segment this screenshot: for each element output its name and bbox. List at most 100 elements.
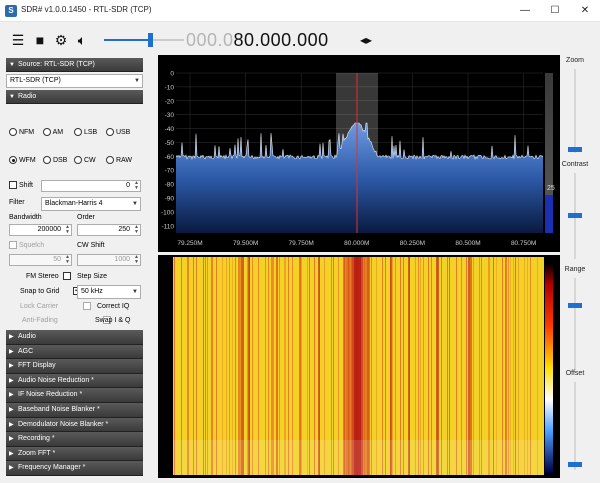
offset-thumb[interactable] [568, 462, 582, 467]
section-header-if-noise-reduction[interactable]: ▶ IF Noise Reduction * [6, 388, 143, 403]
collapse-arrow-icon: ▼ [9, 94, 15, 100]
source-select[interactable]: RTL-SDR (TCP) ▼ [6, 74, 143, 88]
stop-icon[interactable]: ■ [32, 32, 48, 48]
y-tick-label: -100 [161, 209, 174, 216]
offset-slider[interactable] [574, 382, 576, 470]
section-title: Audio Noise Reduction * [18, 376, 94, 384]
spinner-icon[interactable]: ▲ ▼ [134, 181, 139, 191]
spectrum-analyzer[interactable]: 0 -10 -20 -30 -40 -50 -60 -70 -80 -90 -100 -110 79.… [158, 55, 560, 252]
maximize-button[interactable]: ☐ [540, 0, 570, 22]
filter-label: Filter [9, 199, 25, 206]
mode-dsb[interactable]: DSB [43, 156, 67, 164]
section-title: FFT Display [18, 362, 56, 370]
mode-am[interactable]: AM [43, 128, 63, 136]
close-button[interactable]: ✕ [570, 0, 600, 22]
radio-raw[interactable] [106, 156, 114, 164]
squelch-input[interactable]: 50 ▲ ▼ [9, 254, 72, 266]
section-header-audio[interactable]: ▶ Audio [6, 330, 143, 345]
color-scale-bar [545, 263, 553, 473]
x-tick-label: 80.750M [511, 240, 536, 247]
range-label: Range [564, 266, 586, 273]
radio-lsb[interactable] [74, 128, 82, 136]
mode-nfm[interactable]: NFM [9, 128, 34, 136]
waterfall-plot[interactable] [158, 255, 560, 478]
fm-stereo-checkbox[interactable] [63, 272, 71, 280]
section-header-audio-noise-reduction[interactable]: ▶ Audio Noise Reduction * [6, 373, 143, 389]
spinner-icon[interactable]: ▲ ▼ [65, 225, 70, 235]
radio-am[interactable] [43, 128, 51, 136]
mode-am-label: AM [52, 128, 64, 136]
x-tick-label: 80.500M [455, 240, 480, 247]
collapse-arrow-icon: ▼ [9, 62, 15, 68]
section-header-recording[interactable]: ▶ Recording * [6, 432, 143, 447]
spectrum-plot[interactable]: 0 -10 -20 -30 -40 -50 -60 -70 -80 -90 -100 -110 79.… [158, 55, 560, 252]
radio-wfm[interactable] [9, 156, 17, 164]
section-header-agc[interactable]: ▶ AGC [6, 344, 143, 360]
contrast-label: Contrast [561, 161, 589, 168]
zoom-thumb[interactable] [568, 147, 582, 152]
section-header-baseband-noise-blanker[interactable]: ▶ Baseband Noise Blanker * [6, 402, 143, 418]
menu-icon[interactable]: ☰ [10, 32, 26, 48]
mode-wfm[interactable]: WFM [9, 156, 36, 164]
mode-raw[interactable]: RAW [106, 156, 132, 164]
frequency-digits: 80.000.000 [233, 30, 329, 50]
toolbar: ☰ ■ ⚙ 🔈︎ 000.080.000.000 ◂▸ [0, 22, 600, 58]
frequency-display[interactable]: 000.080.000.000 [186, 30, 329, 51]
frequency-step-arrows[interactable]: ◂▸ [360, 33, 372, 47]
range-slider[interactable] [574, 278, 576, 370]
level-meter-fill [545, 195, 553, 233]
shift-input[interactable]: 0 ▲ ▼ [41, 180, 141, 192]
contrast-thumb[interactable] [568, 213, 582, 218]
correct-iq-label: Correct IQ [97, 303, 130, 310]
spinner-icon[interactable]: ▲ ▼ [134, 255, 139, 265]
step-size-select[interactable]: 50 kHz ▼ [77, 285, 141, 299]
bandwidth-input[interactable]: 200000 ▲ ▼ [9, 224, 72, 236]
expand-arrow-icon: ▶ [9, 334, 14, 340]
mode-usb[interactable]: USB [106, 128, 130, 136]
expand-arrow-icon: ▶ [9, 363, 14, 370]
minimize-button[interactable]: — [510, 0, 540, 22]
radio-dsb[interactable] [43, 156, 51, 164]
cwshift-input[interactable]: 1000 ▲ ▼ [77, 254, 141, 266]
y-tick-label: -20 [165, 98, 175, 105]
section-header-zoom-fft[interactable]: ▶ Zoom FFT * [6, 446, 143, 462]
waterfall-fade [173, 440, 544, 475]
gear-icon[interactable]: ⚙ [53, 32, 69, 48]
volume-thumb[interactable] [148, 33, 154, 47]
section-header-frequency-manager[interactable]: ▶ Frequency Manager * [6, 461, 143, 476]
squelch-toggle[interactable]: Squelch [9, 241, 44, 249]
volume-slider[interactable] [104, 33, 184, 47]
range-thumb[interactable] [568, 303, 582, 308]
expand-arrow-icon: ▶ [9, 348, 14, 355]
shift-checkbox[interactable] [9, 181, 17, 189]
section-header-demodulator-noise-blanker[interactable]: ▶ Demodulator Noise Blanker * [6, 417, 143, 433]
order-input[interactable]: 250 ▲ ▼ [77, 224, 141, 236]
spinner-icon[interactable]: ▲ ▼ [65, 255, 70, 265]
radio-usb[interactable] [106, 128, 114, 136]
lock-carrier-checkbox[interactable] [82, 302, 91, 310]
source-section-header[interactable]: ▼ Source: RTL-SDR (TCP) [6, 58, 143, 72]
mode-cw[interactable]: CW [74, 156, 96, 164]
mode-dsb-label: DSB [52, 156, 68, 164]
expand-arrow-icon: ▶ [9, 377, 14, 384]
section-header-fft-display[interactable]: ▶ FFT Display [6, 359, 143, 374]
spinner-icon[interactable]: ▲ ▼ [134, 225, 139, 235]
radio-nfm[interactable] [9, 128, 17, 136]
x-tick-label: 79.750M [289, 240, 314, 247]
mode-lsb[interactable]: LSB [74, 128, 97, 136]
radio-section: NFM AM LSB USB WFM DSB CW RAW Shift 0 ▲ ▼ … [6, 104, 191, 330]
radio-cw[interactable] [74, 156, 82, 164]
mode-wfm-label: WFM [18, 156, 36, 164]
y-tick-label: -10 [165, 84, 175, 91]
zoom-slider[interactable] [574, 69, 576, 153]
y-tick-label: -90 [165, 196, 175, 203]
filter-select[interactable]: Blackman-Harris 4 ▼ [41, 197, 141, 211]
level-value: 25 [547, 185, 555, 192]
radio-section-header[interactable]: ▼ Radio [6, 90, 143, 104]
speaker-icon[interactable]: 🔈︎ [74, 32, 90, 48]
frequency-leading-digits: 000.0 [186, 30, 234, 50]
mode-raw-label: RAW [115, 156, 133, 164]
shift-toggle[interactable]: Shift [9, 181, 33, 189]
waterfall-display[interactable] [158, 255, 560, 478]
squelch-checkbox[interactable] [9, 241, 17, 249]
